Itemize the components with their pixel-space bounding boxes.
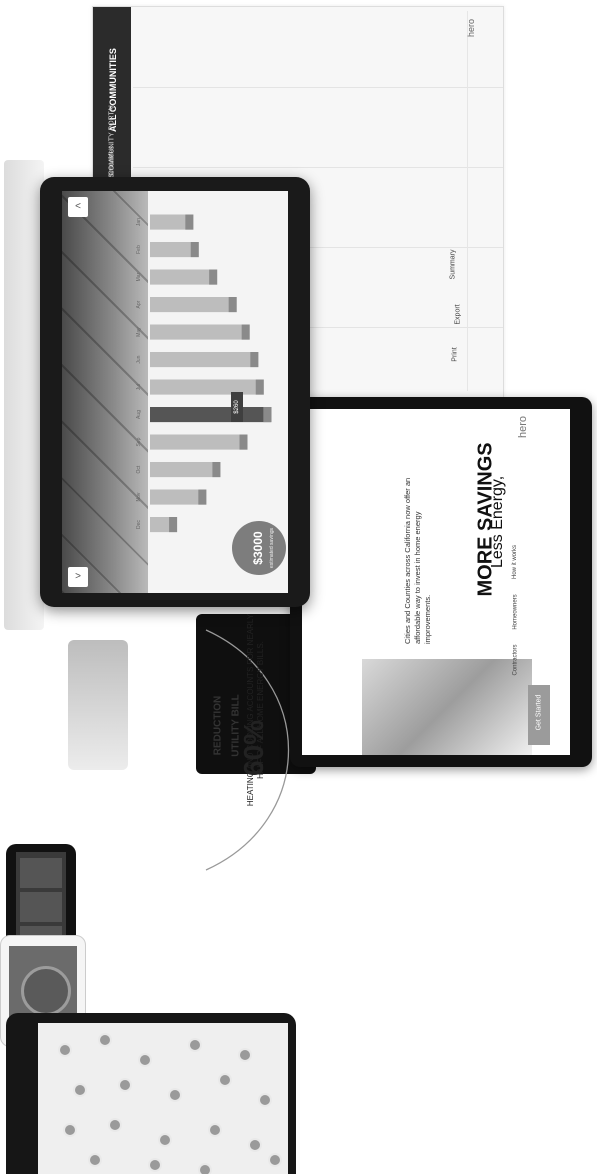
chart-bar — [150, 407, 272, 423]
chart-bar-cap — [198, 489, 207, 505]
tablet-screen: Jan Feb Mar Apr May Jun Jul Aug Sep Oct Nov Dec $30… — [62, 191, 288, 593]
savings-badge: $3000 estimated savings — [232, 521, 286, 575]
dashboard-brand: hero — [466, 18, 477, 38]
map-pin-icon[interactable] — [98, 1033, 112, 1047]
map-tablet — [6, 1013, 296, 1174]
map-pin-icon[interactable] — [218, 1073, 232, 1087]
chart-bar-cap — [169, 517, 178, 533]
chart-bar — [150, 462, 221, 478]
chart-bar-cap — [239, 434, 248, 450]
map-pin-icon[interactable] — [58, 1043, 72, 1057]
chart-bar-cap — [250, 352, 259, 368]
badge-caption: estimated savings — [269, 527, 275, 569]
chart-tick-label: Mar — [136, 272, 142, 281]
map-pin-icon[interactable] — [63, 1123, 77, 1137]
badge-value: $3000 — [251, 531, 265, 565]
map-pin-icon[interactable] — [88, 1153, 102, 1167]
chart-bar — [150, 352, 259, 368]
dashboard-topbar: hero Summary Export Print — [449, 11, 498, 391]
stat-value: 60% — [238, 719, 269, 776]
chart-bar-cap — [209, 269, 218, 285]
map-pin-icon[interactable] — [118, 1078, 132, 1092]
phone-tile[interactable] — [20, 858, 62, 888]
tablet: Jan Feb Mar Apr May Jun Jul Aug Sep Oct Nov Dec $30… — [40, 177, 310, 607]
desktop-monitor: Get Started hero Less Energy, MORE SAVIN… — [290, 397, 592, 767]
map-pin-icon[interactable] — [138, 1053, 152, 1067]
nav-homeowners[interactable]: Homeowners — [513, 594, 519, 629]
map-pin-icon[interactable] — [73, 1083, 87, 1097]
chart-bar — [150, 324, 250, 340]
map-screen — [38, 1023, 288, 1174]
chart-tick-label: Jan — [136, 218, 142, 226]
map-pin-icon[interactable] — [168, 1088, 182, 1102]
chart-tick-label: Aug — [136, 410, 142, 419]
stat-caption-line2: REDUCTION — [212, 695, 224, 756]
toolbar-export[interactable]: Export — [455, 304, 462, 324]
chart-tick-label: Jul — [136, 384, 142, 390]
nav-how[interactable]: How it works — [512, 545, 518, 579]
nav-contractors[interactable]: Contractors — [513, 644, 519, 675]
chart-tick-label: Oct — [136, 465, 142, 473]
divider — [133, 87, 503, 88]
savings-bar-chart: Jan Feb Mar Apr May Jun Jul Aug Sep Oct Nov Dec — [136, 214, 272, 533]
map-pin-icon[interactable] — [188, 1038, 202, 1052]
monitor-brand: hero — [517, 415, 530, 439]
intro-text-block: Cities and Counties across California no… — [390, 478, 450, 644]
map-pin-icon[interactable] — [258, 1093, 272, 1107]
map-pin-icon[interactable] — [158, 1133, 172, 1147]
cta-label: Get Started — [535, 694, 543, 731]
chart-bar-cap — [241, 324, 250, 340]
chart-bar-cap — [212, 462, 221, 478]
chart-bar — [150, 297, 237, 313]
stat-caption-line1: UTILITY BILL — [230, 694, 242, 757]
map-pin-icon[interactable] — [238, 1048, 252, 1062]
chart-bar-cap — [255, 379, 264, 395]
map-pin-icon[interactable] — [198, 1163, 212, 1174]
carousel-prev[interactable]: < — [68, 197, 88, 217]
headline-line2: MORE SAVINGS — [474, 442, 497, 597]
map-pin-icon[interactable] — [148, 1158, 162, 1172]
carousel-next[interactable]: > — [68, 567, 88, 587]
phone-tile[interactable] — [20, 892, 62, 922]
chart-bar — [150, 434, 248, 450]
cta-button[interactable]: Get Started — [528, 685, 550, 745]
chart-bar-cap — [190, 242, 199, 258]
chart-tick-label: Apr — [136, 300, 142, 308]
intro-text: Cities and Counties across California no… — [403, 477, 432, 644]
toolbar-print[interactable]: Print — [452, 347, 459, 361]
laptop-base — [4, 160, 44, 630]
chart-tick-label: Sep — [136, 437, 142, 446]
chart-tick-label: Jun — [136, 355, 142, 363]
map-pin-icon[interactable] — [248, 1138, 262, 1152]
chart-bar-cap — [228, 297, 237, 313]
chart-bar — [150, 269, 218, 285]
chart-bar — [150, 379, 264, 395]
chart-bar — [150, 489, 207, 505]
chart-callout: $260 — [231, 392, 243, 422]
chart-tick-label: Nov — [136, 492, 142, 501]
stat-heading: HEATING AND COOLING ACCOUNTS FOR NEARLY … — [246, 613, 265, 807]
toolbar-summary[interactable]: Summary — [449, 250, 456, 280]
chart-tick-label: Feb — [136, 245, 142, 254]
chart-tick-label: May — [136, 327, 142, 337]
map-pin-icon[interactable] — [108, 1118, 122, 1132]
map-pin-icon[interactable] — [268, 1153, 282, 1167]
gauge-dial — [21, 966, 71, 1016]
chart-bar-cap — [185, 214, 194, 230]
hero-photo — [362, 659, 532, 755]
gray-card — [68, 640, 128, 770]
divider — [133, 167, 503, 168]
map-pin-icon[interactable] — [208, 1123, 222, 1137]
chart-tick-label: Dec — [136, 520, 142, 529]
monitor-screen: Get Started hero Less Energy, MORE SAVIN… — [302, 409, 570, 755]
chart-bar-cap — [263, 407, 272, 423]
